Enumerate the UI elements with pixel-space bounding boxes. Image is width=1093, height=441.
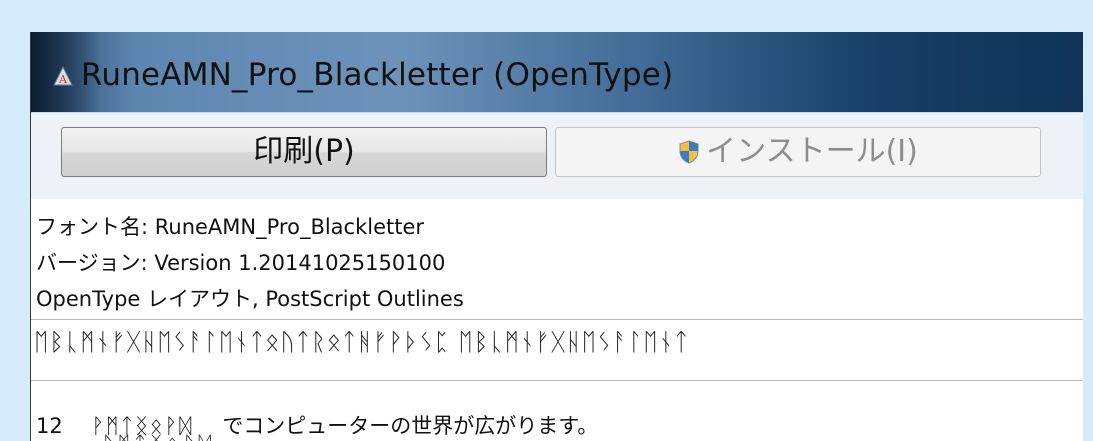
font-app-icon: A <box>53 65 73 86</box>
screenshot-frame: A RuneAMN_Pro_Blackletter (OpenType) 印刷(… <box>12 12 1083 441</box>
divider <box>31 380 1083 381</box>
divider <box>31 319 1083 320</box>
sample-size: 12 <box>36 414 63 438</box>
font-info-panel: フォント名: RuneAMN_Pro_Blackletter バージョン: Ve… <box>31 199 1083 319</box>
version-line: バージョン: Version 1.20141025150100 <box>36 251 446 275</box>
font-name-line: フォント名: RuneAMN_Pro_Blackletter <box>36 215 425 239</box>
font-viewer-window: A RuneAMN_Pro_Blackletter (OpenType) 印刷(… <box>31 32 1083 441</box>
window-title: RuneAMN_Pro_Blackletter (OpenType) <box>81 57 674 93</box>
install-button[interactable]: インストール(I) <box>555 127 1041 177</box>
format-line: OpenType レイアウト, PostScript Outlines <box>36 287 464 311</box>
install-button-label: インストール(I) <box>706 134 918 169</box>
svg-text:A: A <box>58 73 68 86</box>
sample-text: でコンピューターの世界が広がります。 <box>222 414 599 438</box>
alphabet-sample: ᛖᛒᚳᛗᚾᚠᚷᚺᛖᛊᚨᛚᛖᚾᛏᛟᚢᛏᚱᛟᛏᚻᚠᚹᚦᛊᛈ ᛖᛒᚳᛗᚾᚠᚷᚺᛖᛊᚨᛚ… <box>34 328 690 356</box>
uac-shield-icon <box>678 131 700 179</box>
title-bar[interactable]: A RuneAMN_Pro_Blackletter (OpenType) <box>31 32 1083 112</box>
toolbar: 印刷(P) インストール(I) <box>31 112 1083 200</box>
print-button[interactable]: 印刷(P) <box>61 127 547 177</box>
